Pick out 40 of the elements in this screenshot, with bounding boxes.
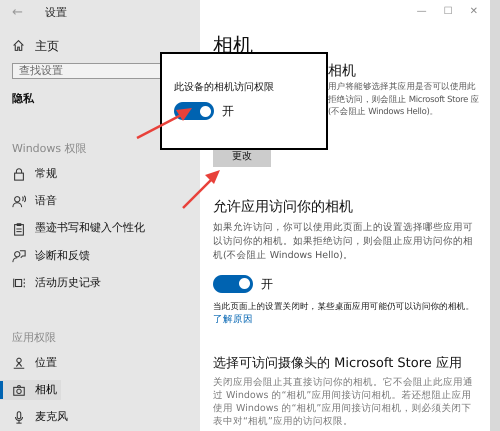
group-heading: 应用权限 bbox=[12, 330, 57, 344]
speech-icon bbox=[12, 194, 26, 208]
section-heading: 相机 bbox=[328, 62, 357, 81]
maximize-button[interactable]: ☐ bbox=[444, 4, 453, 18]
sidebar-item[interactable]: 麦克风 bbox=[0, 407, 72, 428]
mic-icon bbox=[12, 410, 26, 424]
description-line: (不会阻止 Windows Hello)。 bbox=[328, 106, 438, 118]
toggle-label: 开 bbox=[222, 103, 234, 120]
window-title: 设置 bbox=[44, 4, 67, 20]
section-heading: 选择可访问摄像头的 Microsoft Store 应用 bbox=[213, 354, 463, 372]
description-line: 拒绝访问，则会阻止 Microsoft Store 应 bbox=[328, 94, 480, 106]
section-description: 如果允许访问，你可以使用此页面上的设置选择哪些应用可以访问你的相机。如果拒绝访问，则会阻止应用访问你的相机(不会阻止 Windows Hello)。 bbox=[213, 220, 474, 262]
sidebar-item[interactable]: 墨迹书写和键入个性化 bbox=[0, 218, 149, 239]
home-icon bbox=[12, 39, 25, 52]
clipboard-icon bbox=[12, 222, 26, 236]
sidebar-item[interactable]: 活动历史记录 bbox=[0, 272, 105, 293]
annotation-arrow bbox=[136, 108, 192, 140]
lock-icon bbox=[12, 167, 26, 182]
feedback-icon bbox=[12, 248, 26, 263]
location-icon bbox=[12, 356, 26, 370]
camera-icon bbox=[12, 383, 26, 398]
learn-more-link[interactable]: 了解原因 bbox=[213, 313, 480, 328]
close-button[interactable]: ✕ bbox=[470, 4, 478, 18]
section-description: 关闭应用会阻止其直接访问你的相机。它不会阻止此应用通过 Windows 的“相机”应用间接访问相机。若还想阻止应用使用 Windows 的“相机”应用间接访问相机，则必须关闭下表中对“相机”应用的访问权限。 bbox=[213, 376, 474, 428]
sidebar-item[interactable]: 相机 bbox=[0, 380, 61, 400]
minimize-button[interactable]: — bbox=[416, 4, 427, 18]
toggle-label: 开 bbox=[261, 276, 273, 292]
group-heading: Windows 权限 bbox=[12, 140, 88, 155]
description-line: 用户将能够选择其应用是否可以使用此 bbox=[328, 81, 476, 94]
section-label: 隐私 bbox=[12, 91, 36, 108]
home-link[interactable]: 主页 bbox=[35, 36, 59, 54]
toggle-switch[interactable] bbox=[213, 274, 253, 292]
sidebar-item[interactable]: 语音 bbox=[0, 191, 61, 212]
section-heading: 允许应用访问你的相机 bbox=[213, 198, 354, 216]
sidebar-item[interactable]: 诊断和反馈 bbox=[0, 246, 94, 266]
sidebar-item[interactable]: 常规 bbox=[0, 164, 61, 184]
popup-title: 此设备的相机访问权限 bbox=[174, 80, 275, 95]
timeline-icon bbox=[12, 276, 26, 290]
note-text: 当此页面上的设置关闭时，某些桌面应用可能仍可以访问你的相机。 bbox=[213, 300, 474, 314]
sidebar-item[interactable]: 位置 bbox=[0, 353, 61, 374]
